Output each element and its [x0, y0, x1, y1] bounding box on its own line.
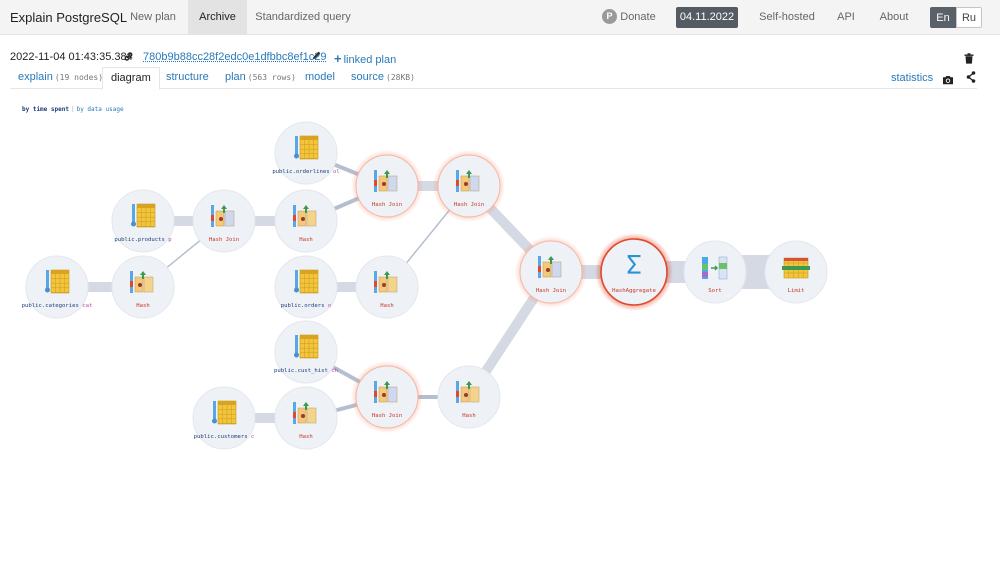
plan-node-label: public.cust_hist ch: [274, 368, 338, 374]
table-icon: [294, 135, 319, 160]
plan-diagram: public.orderlines ol public.products p pub…: [22, 121, 828, 450]
plan-node-label: Hash: [299, 434, 312, 440]
plan-node-label: public.orders o: [281, 303, 332, 309]
plan-node-label: Hash Join: [372, 413, 402, 419]
plan-node-products[interactable]: public.products p: [111, 189, 175, 253]
plan-node-label: Hash Join: [454, 202, 484, 208]
plan-node-label: HashAggregate: [612, 288, 656, 294]
plan-node-label: Hash: [136, 303, 149, 309]
plan-node-label: Hash: [380, 303, 393, 309]
plan-node-label: public.orderlines ol: [272, 169, 339, 175]
plan-node-cust_hist[interactable]: public.cust_hist ch: [274, 320, 338, 384]
plan-node-label: Hash Join: [209, 237, 239, 243]
plan-node-sort[interactable]: Sort: [683, 240, 747, 304]
plan-node-customers[interactable]: public.customers c: [192, 386, 256, 450]
plan-node-hj_ch[interactable]: Hash Join: [351, 361, 423, 433]
plan-node-label: public.categories cat: [22, 303, 93, 309]
table-icon: [212, 400, 237, 425]
plan-node-hj_prod[interactable]: Hash Join: [192, 189, 256, 253]
plan-node-hash_pj[interactable]: Hash: [274, 189, 338, 253]
plan-node-agg[interactable]: Σ HashAggregate: [595, 233, 673, 311]
aggregate-icon: Σ: [626, 251, 642, 281]
table-icon: [294, 334, 319, 359]
plan-node-hj_ol[interactable]: Hash Join: [351, 150, 423, 222]
plan-node-hj_o[interactable]: Hash Join: [433, 150, 505, 222]
plan-node-label: public.products p: [114, 237, 172, 243]
plan-node-label: Hash: [462, 413, 475, 419]
plan-node-label: Sort: [708, 288, 721, 294]
sigma-icon: Σ: [626, 251, 642, 281]
table-icon: [131, 203, 156, 228]
plan-node-hash_o[interactable]: Hash: [355, 255, 419, 319]
plan-node-categories[interactable]: public.categories cat: [22, 255, 93, 319]
plan-node-orders[interactable]: public.orders o: [274, 255, 338, 319]
plan-node-label: Hash Join: [372, 202, 402, 208]
table-icon: [294, 269, 319, 294]
plan-node-hash_c[interactable]: Hash: [274, 386, 338, 450]
plan-node-hash_cat[interactable]: Hash: [111, 255, 175, 319]
plan-node-hj_main[interactable]: Hash Join: [515, 236, 587, 308]
plan-node-label: Limit: [788, 288, 805, 294]
plan-node-label: public.customers c: [194, 434, 255, 440]
table-icon: [45, 269, 70, 294]
limit-icon: [782, 257, 810, 279]
plan-node-orderlines[interactable]: public.orderlines ol: [272, 121, 340, 185]
plan-node-label: Hash: [299, 237, 312, 243]
plan-node-label: Hash Join: [536, 288, 566, 294]
plan-node-limit[interactable]: Limit: [764, 240, 828, 304]
plan-node-hash_ch[interactable]: Hash: [437, 365, 501, 429]
